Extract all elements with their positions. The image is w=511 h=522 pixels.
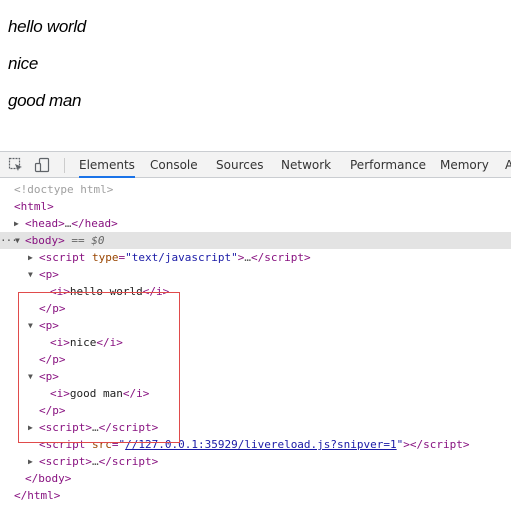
tree-script-collapsed[interactable]: ▶ <script>…</script> — [28, 453, 158, 470]
tab-network[interactable]: Network — [281, 152, 331, 178]
inspect-element-icon[interactable] — [8, 157, 24, 173]
elements-tree: <!doctype html> <html> ▶ <head>…</head> … — [0, 178, 511, 522]
collapse-triangle-icon[interactable]: ▼ — [15, 232, 20, 249]
tab-performance[interactable]: Performance — [350, 152, 426, 178]
devtools-toolbar: Elements Console Sources Network Perform… — [0, 151, 511, 178]
tree-head[interactable]: ▶ <head>…</head> — [14, 215, 118, 232]
tab-elements[interactable]: Elements — [79, 152, 135, 178]
expand-triangle-icon[interactable]: ▶ — [14, 215, 19, 232]
tab-memory[interactable]: Memory — [440, 152, 489, 178]
collapse-triangle-icon[interactable]: ▼ — [28, 266, 33, 283]
tab-console[interactable]: Console — [150, 152, 198, 178]
selected-node-marker: == $0 — [71, 234, 105, 247]
devtools-panel: Elements Console Sources Network Perform… — [0, 151, 511, 522]
tab-sources[interactable]: Sources — [216, 152, 263, 178]
tree-html-close[interactable]: </html> — [14, 487, 60, 504]
expand-triangle-icon[interactable]: ▶ — [28, 249, 33, 266]
highlight-box — [18, 292, 180, 443]
expand-triangle-icon[interactable]: ▶ — [28, 453, 33, 470]
tree-body-close[interactable]: </body> — [25, 470, 71, 487]
tree-script-inline[interactable]: ▶ <script type="text/javascript">…</scri… — [28, 249, 311, 266]
paragraph-good-man: good man — [8, 91, 82, 110]
tree-body-selected[interactable]: ··· ▼ <body> == $0 — [0, 232, 511, 249]
tree-p-open[interactable]: ▼ <p> — [28, 266, 59, 283]
tree-html-open[interactable]: <html> — [14, 198, 54, 215]
tab-application-truncated[interactable]: A — [505, 152, 511, 178]
paragraph-hello-world: hello world — [8, 17, 86, 36]
paragraph-nice: nice — [8, 54, 38, 73]
page-view: hello world nice good man — [0, 0, 511, 151]
toolbar-separator — [64, 158, 65, 173]
tree-doctype[interactable]: <!doctype html> — [14, 181, 113, 198]
device-toolbar-icon[interactable] — [34, 157, 50, 173]
